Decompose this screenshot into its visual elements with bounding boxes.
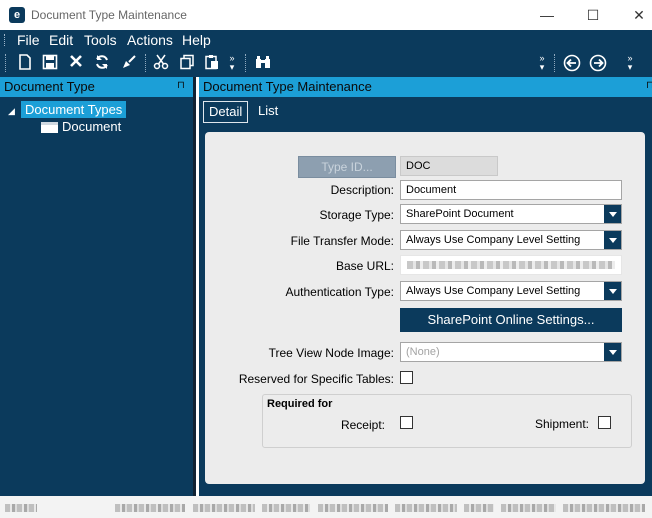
description-field[interactable]: Document — [400, 180, 622, 200]
status-text — [464, 504, 494, 512]
pin-icon[interactable]: ⊓ — [177, 80, 185, 91]
paste-icon[interactable] — [202, 54, 222, 74]
refresh-icon[interactable] — [92, 54, 112, 74]
toolbar-separator — [245, 54, 246, 72]
back-icon[interactable] — [562, 54, 582, 74]
file-transfer-mode-select[interactable]: Always Use Company Level Setting — [400, 230, 622, 250]
base-url-label: Base URL: — [335, 259, 394, 273]
toolbar-grip — [5, 54, 6, 72]
file-transfer-mode-label: File Transfer Mode: — [290, 234, 394, 248]
tree-node-document-types[interactable]: Document Types — [21, 101, 127, 118]
toolbar-separator — [554, 54, 555, 72]
expand-arrow-icon[interactable]: ◢ — [8, 106, 15, 117]
tree-view-node-image-value: (None) — [406, 346, 440, 358]
overflow-icon[interactable]: » ▾ — [536, 54, 548, 74]
tree-view-node-image-select[interactable]: (None) — [400, 342, 622, 362]
redacted-url — [407, 261, 615, 269]
menu-file[interactable]: File — [17, 32, 40, 48]
detail-pane: Document Type Maintenance ⊓ Detail List … — [199, 77, 652, 496]
app-logo-icon: e — [9, 7, 25, 23]
authentication-type-select[interactable]: Always Use Company Level Setting — [400, 281, 622, 301]
dropdown-arrow-icon[interactable] — [604, 343, 621, 361]
tree-pane-title: Document Type — [4, 79, 95, 94]
tree-pane-header: Document Type — [0, 77, 193, 97]
menu-tools[interactable]: Tools — [84, 32, 117, 48]
receipt-checkbox[interactable] — [400, 416, 413, 429]
shipment-label: Shipment: — [534, 417, 589, 431]
overflow-icon[interactable]: » ▾ — [624, 54, 636, 74]
binoculars-icon[interactable] — [253, 54, 273, 74]
status-text — [193, 504, 255, 512]
detail-form: Type ID... DOC Description: Document Sto… — [205, 132, 645, 484]
delete-icon[interactable] — [66, 54, 86, 74]
tab-list[interactable]: List — [253, 101, 283, 123]
status-text — [262, 504, 310, 512]
dropdown-arrow-icon[interactable] — [604, 282, 621, 300]
clear-icon[interactable] — [119, 54, 139, 74]
status-text — [501, 504, 556, 512]
sharepoint-online-settings-button[interactable]: SharePoint Online Settings... — [400, 308, 622, 332]
status-bar — [0, 496, 652, 518]
status-text — [115, 504, 185, 512]
status-text — [395, 504, 457, 512]
pin-icon[interactable]: ⊓ — [646, 80, 652, 91]
reserved-label: Reserved for Specific Tables: — [238, 372, 394, 386]
menubar-grip — [4, 34, 6, 46]
tab-detail[interactable]: Detail — [203, 101, 249, 123]
file-transfer-mode-value: Always Use Company Level Setting — [406, 234, 581, 246]
status-text — [318, 504, 388, 512]
detail-pane-title: Document Type Maintenance — [203, 79, 372, 94]
cut-icon[interactable] — [151, 54, 171, 74]
forward-icon[interactable] — [588, 54, 608, 74]
title-bar: e Document Type Maintenance — ☐ ✕ — [0, 0, 652, 30]
description-label: Description: — [330, 183, 394, 197]
storage-type-value: SharePoint Document — [406, 208, 514, 220]
base-url-field[interactable] — [400, 255, 622, 275]
dropdown-arrow-icon[interactable] — [604, 205, 621, 223]
maximize-button[interactable]: ☐ — [570, 0, 616, 30]
window-title: Document Type Maintenance — [31, 8, 187, 22]
type-id-field: DOC — [400, 156, 498, 176]
authentication-type-value: Always Use Company Level Setting — [406, 285, 581, 297]
toolbar-separator — [145, 54, 146, 72]
toolbar: » ▾ » ▾ » ▾ — [0, 50, 652, 77]
shipment-checkbox[interactable] — [598, 416, 611, 429]
tree-pane: Document Type ⊓ ◢ Document Types Documen… — [0, 77, 196, 496]
detail-pane-header: Document Type Maintenance — [199, 77, 652, 97]
tree-view-node-image-label: Tree View Node Image: — [268, 346, 394, 360]
status-text — [5, 504, 37, 512]
save-icon[interactable] — [40, 54, 60, 74]
required-for-title: Required for — [267, 398, 333, 410]
status-text — [563, 504, 645, 512]
menu-bar: File Edit Tools Actions Help — [0, 30, 652, 50]
required-for-group: Required for Receipt: Shipment: — [262, 394, 632, 448]
storage-type-select[interactable]: SharePoint Document — [400, 204, 622, 224]
menu-edit[interactable]: Edit — [49, 32, 73, 48]
dropdown-arrow-icon[interactable] — [604, 231, 621, 249]
tree-node-document[interactable]: Document — [62, 119, 121, 134]
copy-icon[interactable] — [177, 54, 197, 74]
menu-help[interactable]: Help — [182, 32, 211, 48]
close-button[interactable]: ✕ — [616, 0, 652, 30]
type-id-button[interactable]: Type ID... — [298, 156, 396, 178]
storage-type-label: Storage Type: — [319, 208, 395, 222]
reserved-checkbox[interactable] — [400, 371, 413, 384]
minimize-button[interactable]: — — [524, 0, 570, 30]
menu-actions[interactable]: Actions — [127, 32, 173, 48]
authentication-type-label: Authentication Type: — [285, 285, 394, 299]
overflow-icon[interactable]: » ▾ — [226, 54, 238, 74]
folder-icon — [41, 122, 58, 133]
new-icon[interactable] — [15, 54, 35, 74]
receipt-label: Receipt: — [340, 418, 385, 432]
